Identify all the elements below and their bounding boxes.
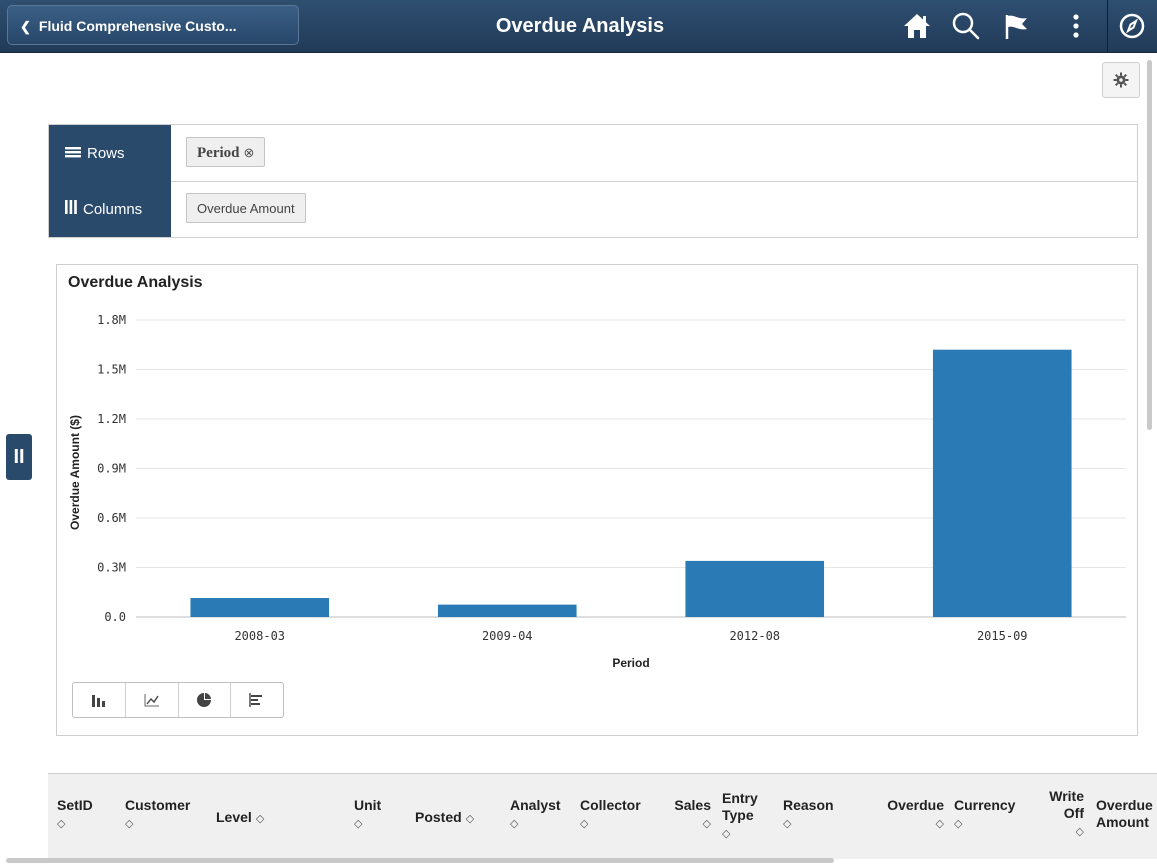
horizontal-bar-chart-icon [249,693,263,707]
bar-chart-icon [91,695,105,707]
sort-icon[interactable]: ◇ [722,826,768,843]
chart-type-selector [72,682,284,718]
line-chart-type-button[interactable] [126,683,179,717]
bar-2009-04 [437,604,577,617]
column-header-customer[interactable]: Customer ◇ [125,797,190,833]
column-header-reason[interactable]: Reason ◇ [783,797,834,833]
sort-icon[interactable]: ◇ [466,813,474,825]
column-header-unit[interactable]: Unit ◇ [354,797,381,833]
sort-icon[interactable]: ◇ [783,816,834,833]
horizontal-scrollbar[interactable] [6,858,834,863]
results-table-header: SetID ◇ Customer ◇ Level ◇ Unit ◇ Posted ◇ An… [48,773,1157,859]
column-header-analyst[interactable]: Analyst ◇ [510,797,561,833]
pie-chart-type-button[interactable] [179,683,232,717]
column-header-level[interactable]: Level ◇ [216,809,264,828]
sort-icon[interactable]: ◇ [580,816,641,833]
x-tick-label: 2009-04 [482,629,533,643]
line-chart-icon [144,694,159,707]
x-tick-label: 2015-09 [977,629,1028,643]
bar-chart-type-button[interactable] [73,683,126,717]
bar-2015-09 [932,349,1072,617]
bar-2012-08 [685,560,825,617]
pie-chart-icon [197,693,212,707]
vertical-scrollbar[interactable] [1147,60,1152,430]
y-tick-label: 0.0 [104,610,126,624]
sort-icon[interactable]: ◇ [125,816,190,833]
sort-icon[interactable]: ◇ [354,816,381,833]
column-header-sales[interactable]: Sales ◇ [663,797,711,833]
sort-icon[interactable]: ◇ [868,816,944,833]
sort-icon[interactable]: ◇ [256,813,264,825]
x-tick-label: 2012-08 [729,629,780,643]
sort-icon[interactable]: ◇ [510,816,561,833]
y-tick-label: 1.8M [97,313,126,327]
sort-icon[interactable]: ◇ [57,816,93,833]
y-tick-label: 0.9M [97,462,126,476]
column-header-collector[interactable]: Collector ◇ [580,797,641,833]
y-tick-label: 1.5M [97,363,126,377]
horizontal-bar-chart-type-button[interactable] [231,683,283,717]
column-header-overdue-amount[interactable]: Overdue Amount [1096,797,1157,831]
column-header-posted[interactable]: Posted ◇ [415,809,474,828]
sort-icon[interactable]: ◇ [954,816,1015,833]
y-tick-label: 0.6M [97,511,126,525]
x-axis-title: Period [612,656,649,670]
bar-chart: 0.0 0.3M 0.6M 0.9M 1.2M 1.5M 1.8M 2008-03 2009-0… [68,313,1126,670]
column-header-write-off[interactable]: Write Off ◇ [1038,788,1084,841]
y-axis-title: Overdue Amount ($) [68,415,82,530]
y-tick-label: 0.3M [97,561,126,575]
column-header-currency[interactable]: Currency ◇ [954,797,1015,833]
bar-2008-03 [190,598,330,617]
column-header-overdue[interactable]: Overdue ◇ [868,797,944,833]
sort-icon[interactable]: ◇ [663,816,711,833]
column-header-entry-type[interactable]: Entry Type ◇ [722,790,768,843]
y-tick-label: 1.2M [97,412,126,426]
column-header-setid[interactable]: SetID ◇ [57,797,93,833]
sort-icon[interactable]: ◇ [1038,824,1084,841]
x-tick-label: 2008-03 [234,629,285,643]
